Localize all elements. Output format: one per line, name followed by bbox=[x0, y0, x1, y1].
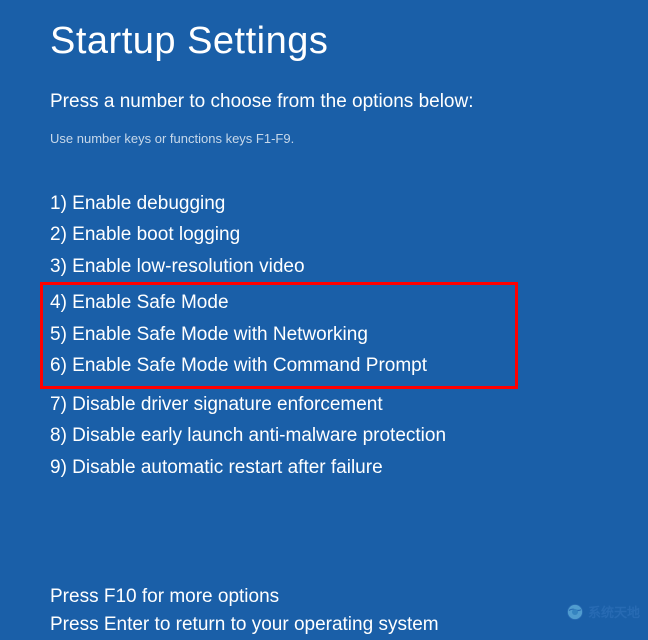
globe-icon bbox=[566, 603, 584, 621]
option-5[interactable]: 5) Enable Safe Mode with Networking bbox=[50, 319, 515, 350]
option-9[interactable]: 9) Disable automatic restart after failu… bbox=[50, 452, 598, 483]
option-7[interactable]: 7) Disable driver signature enforcement bbox=[50, 389, 598, 420]
footer: Press F10 for more options Press Enter t… bbox=[50, 583, 598, 640]
watermark: 系统天地 bbox=[566, 602, 640, 621]
option-2[interactable]: 2) Enable boot logging bbox=[50, 219, 598, 250]
option-1[interactable]: 1) Enable debugging bbox=[50, 188, 598, 219]
subtitle: Press a number to choose from the option… bbox=[50, 91, 598, 113]
page-title: Startup Settings bbox=[50, 20, 598, 63]
footer-line-1: Press F10 for more options bbox=[50, 583, 598, 612]
watermark-text: 系统天地 bbox=[588, 602, 640, 621]
options-list: 1) Enable debugging 2) Enable boot loggi… bbox=[50, 188, 598, 483]
highlight-box: 4) Enable Safe Mode 5) Enable Safe Mode … bbox=[40, 282, 518, 388]
option-3[interactable]: 3) Enable low-resolution video bbox=[50, 251, 598, 282]
startup-settings-screen: Startup Settings Press a number to choos… bbox=[0, 0, 648, 640]
option-8[interactable]: 8) Disable early launch anti-malware pro… bbox=[50, 420, 598, 451]
footer-line-2: Press Enter to return to your operating … bbox=[50, 611, 598, 640]
hint-text: Use number keys or functions keys F1-F9. bbox=[50, 131, 598, 146]
option-6[interactable]: 6) Enable Safe Mode with Command Prompt bbox=[50, 350, 515, 381]
option-4[interactable]: 4) Enable Safe Mode bbox=[50, 287, 515, 318]
